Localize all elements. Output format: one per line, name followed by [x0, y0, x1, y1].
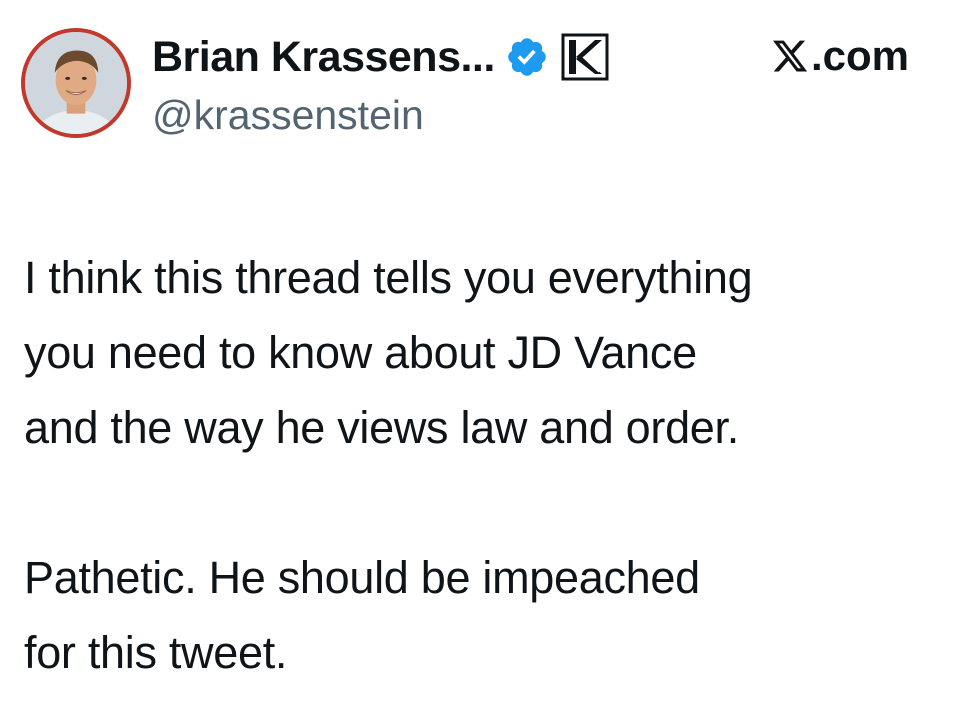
avatar-photo — [25, 32, 127, 134]
source-domain-text: .com — [810, 32, 909, 79]
avatar[interactable] — [21, 28, 131, 138]
author-name-row: Brian Krassens... — [152, 26, 609, 88]
tweet-paragraph: I think this thread tells you everything… — [24, 252, 753, 453]
tweet-paragraph: Pathetic. He should be impeached for thi… — [24, 552, 700, 678]
tweet-body: I think this thread tells you everything… — [24, 240, 944, 690]
author-handle[interactable]: @krassenstein — [152, 92, 424, 139]
tweet-card: Brian Krassens... @krassenstein .com I t… — [0, 0, 959, 722]
verified-badge-icon — [505, 35, 549, 79]
x-logo-icon — [771, 37, 809, 75]
source-label[interactable]: .com — [771, 30, 909, 82]
affiliate-k-logo-icon[interactable] — [561, 33, 609, 81]
author-display-name[interactable]: Brian Krassens... — [152, 33, 495, 82]
